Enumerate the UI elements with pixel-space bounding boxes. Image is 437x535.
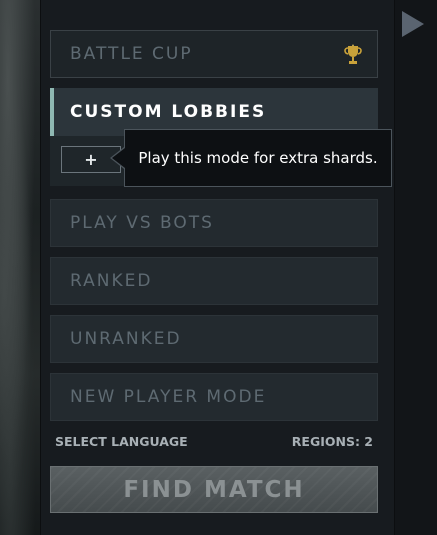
new-player-mode-button[interactable]: NEW PLAYER MODE xyxy=(50,373,378,421)
ranked-label: RANKED xyxy=(70,271,153,291)
shards-tooltip: Play this mode for extra shards. xyxy=(124,129,392,187)
new-player-mode-label: NEW PLAYER MODE xyxy=(70,387,267,407)
battle-cup-label: BATTLE CUP xyxy=(70,44,193,64)
match-options-row: SELECT LANGUAGE REGIONS: 2 xyxy=(55,434,373,449)
find-match-label: FIND MATCH xyxy=(123,476,305,503)
right-strip xyxy=(395,0,437,535)
ranked-button[interactable]: RANKED xyxy=(50,257,378,305)
unranked-button[interactable]: UNRANKED xyxy=(50,315,378,363)
tooltip-text: Play this mode for extra shards. xyxy=(138,149,378,167)
plus-icon: + xyxy=(84,150,98,169)
custom-lobbies-label: CUSTOM LOBBIES xyxy=(70,102,267,122)
unranked-label: UNRANKED xyxy=(70,329,182,349)
background-scenery xyxy=(0,0,40,535)
play-vs-bots-label: PLAY VS BOTS xyxy=(70,213,214,233)
trophy-icon xyxy=(343,44,363,71)
regions-link[interactable]: REGIONS: 2 xyxy=(292,434,373,449)
tooltip-arrow-fill xyxy=(112,148,125,168)
play-vs-bots-button[interactable]: PLAY VS BOTS xyxy=(50,199,378,247)
find-match-button[interactable]: FIND MATCH xyxy=(50,466,378,513)
battle-cup-button[interactable]: BATTLE CUP xyxy=(50,30,378,78)
select-language-link[interactable]: SELECT LANGUAGE xyxy=(55,434,188,449)
play-arrow-icon[interactable] xyxy=(402,11,424,37)
play-menu-screen: BATTLE CUP CUSTOM LOBBIES + Play this mo… xyxy=(0,0,437,535)
